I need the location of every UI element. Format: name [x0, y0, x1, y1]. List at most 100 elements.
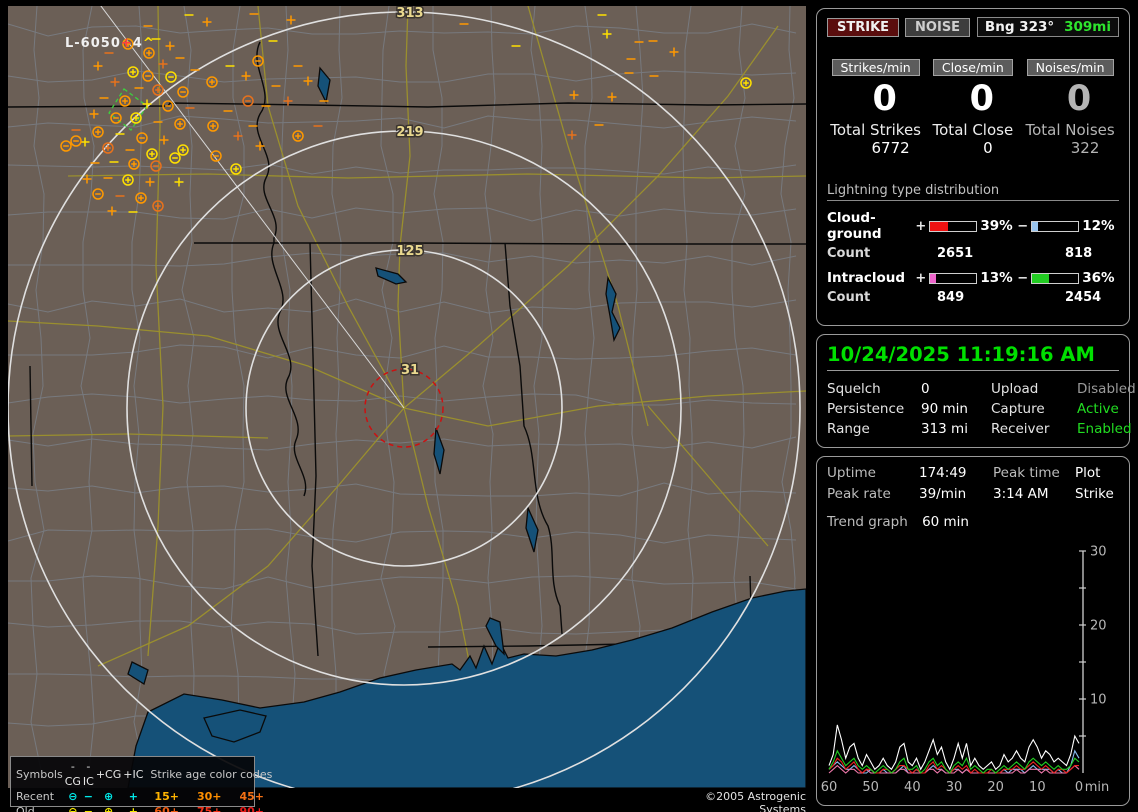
trend-x-tick-label: 0 — [1075, 780, 1083, 795]
persistence-value: 90 min — [921, 401, 968, 417]
capture-label: Capture — [991, 401, 1045, 417]
cloud-ground-label: Cloud-ground — [827, 210, 882, 242]
legend-old-row: Old ⊖ − ⊕ +60+ 75+ 90+ — [15, 804, 274, 812]
total-close-value: 0 — [983, 139, 993, 157]
trend-y-tick-label: 20 — [1090, 619, 1107, 634]
cg-positive-bar — [929, 220, 978, 232]
noises-counter: Noises/min 0 Total Noises 322 — [1021, 59, 1118, 157]
noises-per-min-chip: Noises/min — [1026, 59, 1114, 76]
close-counter: Close/min 0 Total Close 0 — [924, 59, 1021, 157]
uptime-label: Uptime — [827, 465, 876, 481]
trend-series-total-strikes — [828, 724, 1080, 771]
stats-panel: STRIKE NOISE Bng 323° 309mi Strikes/min 0… — [816, 8, 1130, 326]
storm-trend-icon: ^ — [142, 36, 155, 51]
storm-track-label: L-6050+4^ — [65, 36, 155, 51]
intracloud-row: Intracloud + 13% − 36% — [827, 270, 1119, 286]
squelch-value: 0 — [921, 381, 930, 397]
legend-symbol-icon: + — [128, 790, 138, 803]
persistence-label: Persistence — [827, 401, 905, 417]
legend-row-label: Recent — [16, 790, 55, 803]
lightning-map: 313 219 125 31 — [8, 6, 806, 788]
minus-sign: − — [1017, 270, 1029, 286]
legend-age-codes: 60+ 75+ 90+ — [144, 804, 274, 812]
plot-label: Plot — [1075, 465, 1101, 481]
capture-status: Active — [1077, 401, 1119, 417]
upload-status: Disabled — [1077, 381, 1136, 397]
copyright-text: ©2005 Astrogenic Systems — [705, 790, 806, 812]
storm-id: L-6050 — [65, 36, 121, 51]
close-per-min-chip: Close/min — [932, 59, 1013, 76]
cg-negative-pct: 12% — [1082, 218, 1115, 234]
strike-button[interactable]: STRIKE — [827, 17, 900, 37]
intracloud-label: Intracloud — [827, 270, 906, 286]
total-strikes-label: Total Strikes — [830, 121, 921, 139]
minus-sign: − — [1017, 218, 1029, 234]
ic-positive-bar — [929, 272, 978, 284]
peak-rate-label: Peak rate — [827, 486, 891, 502]
ic-positive-count: 849 — [937, 290, 965, 305]
legend-symbols-header: Symbols — [16, 767, 63, 781]
legend-age-codes: 15+ 30+ 45+ — [144, 789, 274, 804]
age-code: 15+ — [154, 790, 179, 803]
legend-symbol-icon: ⊕ — [103, 805, 114, 812]
cloud-ground-row: Cloud-ground + 39% − 12% — [827, 210, 1119, 242]
bearing-range-value: 309mi — [1064, 19, 1111, 35]
legend-symbol-icon: ⊖ — [68, 790, 78, 803]
peak-rate-value: 39/min — [919, 486, 967, 502]
plus-sign: + — [915, 218, 927, 234]
legend-symbol-icon: ⊕ — [103, 790, 114, 803]
bearing-value: Bng 323° — [984, 19, 1055, 35]
age-code: 60+ — [154, 805, 179, 812]
cg-negative-count: 818 — [1065, 246, 1093, 261]
cloud-ground-count-row: Count 2651 818 — [827, 246, 1119, 261]
age-code: 75+ — [196, 805, 222, 812]
squelch-label: Squelch — [827, 381, 881, 397]
ring-label-31: 31 — [401, 363, 419, 378]
age-code: 30+ — [196, 790, 222, 803]
noises-per-min-value: 0 — [1066, 79, 1092, 119]
distribution-title: Lightning type distribution — [827, 183, 1119, 201]
ring-label-219: 219 — [396, 125, 423, 140]
legend-symbol-icon: − — [83, 790, 93, 803]
total-noises-label: Total Noises — [1025, 121, 1115, 139]
trend-y-tick-label: 10 — [1090, 693, 1107, 708]
map-view[interactable]: 313 219 125 31 L-6050+4^ — [8, 6, 806, 788]
trend-x-tick-label: 50 — [862, 780, 879, 795]
noise-button[interactable]: NOISE — [905, 17, 971, 37]
close-per-min-value: 0 — [969, 79, 995, 119]
count-label: Count — [827, 246, 871, 261]
ic-negative-bar — [1031, 272, 1080, 284]
trend-panel: Uptime 174:49 Peak time Plot Peak rate 3… — [816, 456, 1130, 806]
intracloud-count-row: Count 849 2454 — [827, 290, 1119, 305]
strikes-counter: Strikes/min 0 Total Strikes 6772 — [827, 59, 924, 157]
plot-value: Strike — [1075, 486, 1114, 502]
storm-count: 4 — [132, 36, 143, 51]
datetime-display: 10/24/2025 11:19:16 AM — [827, 343, 1119, 371]
cg-positive-count: 2651 — [937, 246, 974, 261]
trend-x-unit-label: min — [1085, 780, 1110, 795]
legend-col-pic: +IC — [123, 767, 144, 781]
trend-y-tick-label: 30 — [1090, 545, 1107, 560]
legend-symbol-icon: ⊖ — [68, 805, 78, 812]
legend-row-label: Old — [16, 805, 35, 812]
peak-time-label: Peak time — [993, 465, 1060, 481]
trend-x-tick-label: 60 — [821, 780, 837, 795]
trend-graph: 10 20 30 60 50 40 30 20 10 0 min — [821, 545, 1110, 796]
trend-x-tick-label: 30 — [946, 780, 963, 795]
cg-negative-bar — [1031, 220, 1080, 232]
count-label: Count — [827, 290, 871, 305]
trend-x-tick-label: 40 — [904, 780, 921, 795]
trend-window-value: 60 min — [922, 514, 969, 530]
age-code: 45+ — [239, 790, 265, 803]
age-code: 90+ — [239, 805, 265, 812]
receiver-status: Enabled — [1077, 421, 1132, 437]
symbol-legend: Symbols -CG -IC +CG +IC Strike age color… — [10, 756, 272, 812]
total-noises-value: 322 — [1070, 139, 1100, 157]
uptime-value: 174:49 — [919, 465, 967, 481]
legend-header-row: Symbols -CG -IC +CG +IC Strike age color… — [15, 759, 274, 789]
legend-col-ncg: -CG — [64, 760, 81, 788]
plus-sign: + — [915, 270, 927, 286]
strikes-per-min-chip: Strikes/min — [831, 59, 920, 76]
trend-x-tick-label: 20 — [987, 780, 1004, 795]
ic-positive-pct: 13% — [980, 270, 1013, 286]
